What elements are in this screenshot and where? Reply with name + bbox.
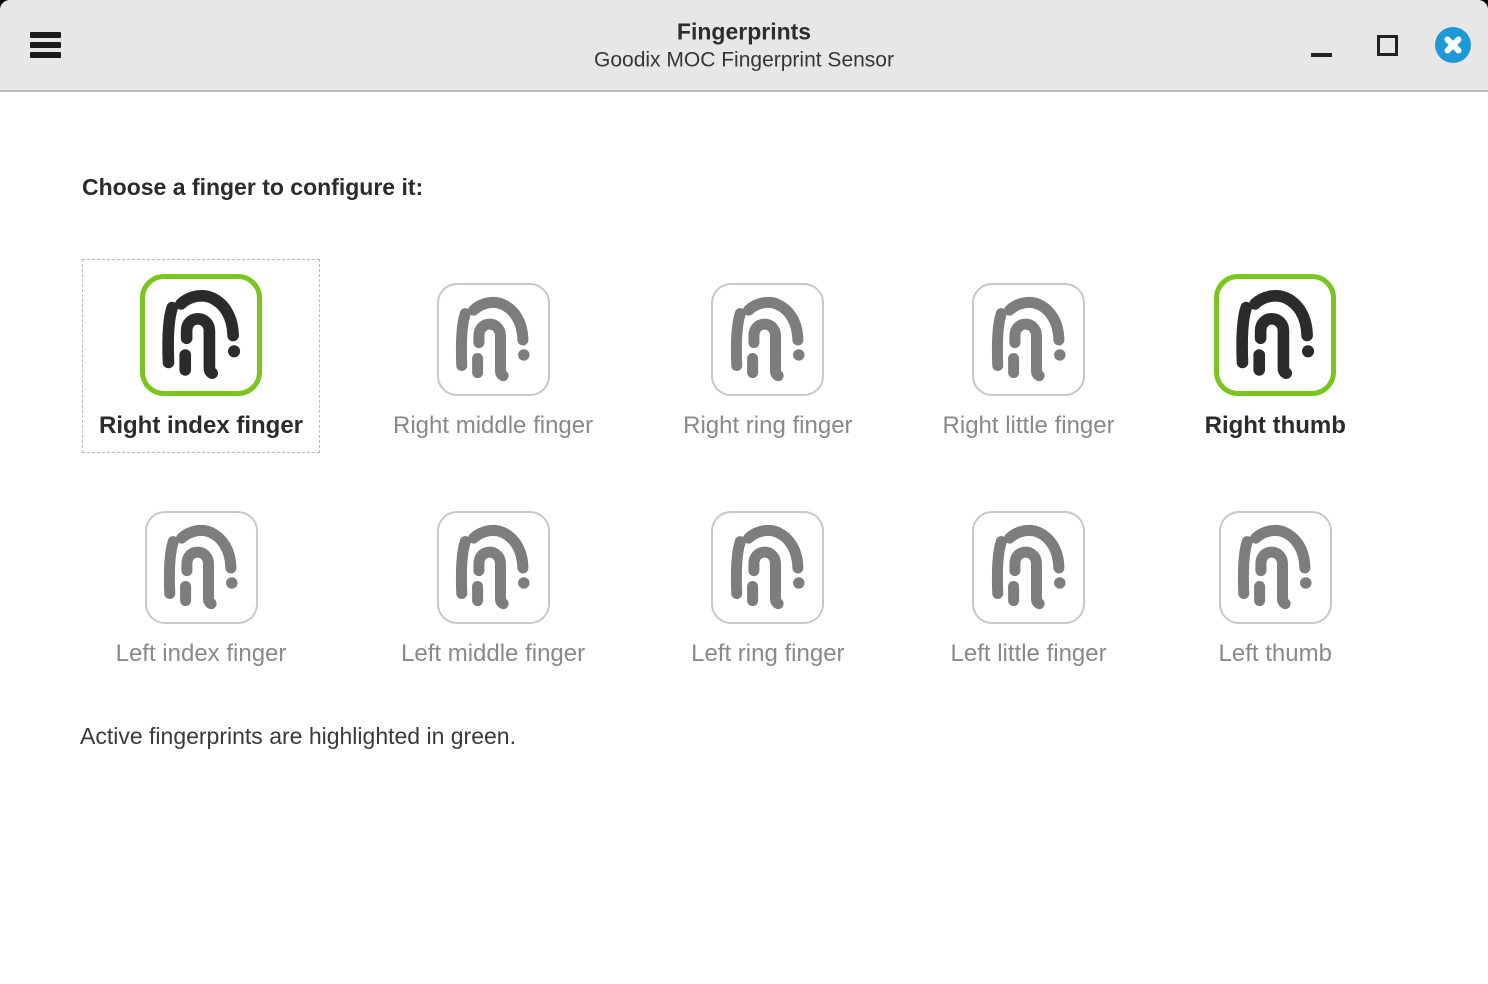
title-block: Fingerprints Goodix MOC Fingerprint Sens…	[594, 17, 894, 74]
fingerprint-icon	[437, 283, 550, 396]
main-content: Choose a finger to configure it: Right i…	[0, 92, 1488, 984]
finger-label: Right middle finger	[393, 412, 593, 440]
finger-button-right-little[interactable]: Right little finger	[926, 259, 1132, 453]
finger-label: Left index finger	[116, 640, 287, 668]
finger-button-right-middle[interactable]: Right middle finger	[376, 259, 610, 453]
fingerprint-icon	[437, 511, 550, 624]
finger-label: Right thumb	[1205, 412, 1346, 440]
close-icon	[1437, 29, 1469, 61]
finger-label: Left little finger	[951, 640, 1107, 668]
window-title: Fingerprints	[594, 17, 894, 47]
finger-grid: Right index finger Right middle finger R…	[82, 259, 1488, 681]
finger-label: Left middle finger	[401, 640, 585, 668]
window-subtitle: Goodix MOC Fingerprint Sensor	[594, 47, 894, 74]
finger-button-right-index[interactable]: Right index finger	[82, 259, 320, 453]
fingerprint-icon	[140, 274, 262, 396]
fingerprint-icon	[1214, 274, 1336, 396]
finger-label: Left ring finger	[691, 640, 844, 668]
header-bar: Fingerprints Goodix MOC Fingerprint Sens…	[0, 0, 1488, 92]
finger-button-left-middle[interactable]: Left middle finger	[376, 487, 610, 681]
active-fingerprints-note: Active fingerprints are highlighted in g…	[80, 723, 1488, 750]
minimize-icon	[1311, 53, 1332, 57]
fingerprint-icon	[1219, 511, 1332, 624]
finger-label: Right ring finger	[683, 412, 852, 440]
finger-button-left-index[interactable]: Left index finger	[82, 487, 320, 681]
finger-button-right-thumb[interactable]: Right thumb	[1188, 259, 1363, 453]
fingerprints-window: Fingerprints Goodix MOC Fingerprint Sens…	[0, 0, 1488, 984]
finger-button-right-ring[interactable]: Right ring finger	[666, 259, 869, 453]
menu-bar	[30, 52, 61, 58]
maximize-icon	[1377, 35, 1398, 56]
menu-bar	[30, 32, 61, 38]
finger-label: Left thumb	[1219, 640, 1332, 668]
fingerprint-icon	[145, 511, 258, 624]
finger-button-left-thumb[interactable]: Left thumb	[1188, 487, 1363, 681]
finger-button-left-little[interactable]: Left little finger	[926, 487, 1132, 681]
fingerprint-icon	[711, 511, 824, 624]
close-button[interactable]	[1435, 27, 1471, 63]
minimize-button[interactable]	[1303, 15, 1339, 75]
menu-bar	[30, 42, 61, 48]
fingerprint-icon	[972, 283, 1085, 396]
page-title: Choose a finger to configure it:	[82, 174, 1488, 201]
finger-label: Right little finger	[943, 412, 1115, 440]
fingerprint-icon	[711, 283, 824, 396]
fingerprint-icon	[972, 511, 1085, 624]
window-controls	[1303, 0, 1471, 90]
maximize-button[interactable]	[1369, 15, 1405, 75]
finger-label: Right index finger	[99, 412, 303, 440]
menu-icon[interactable]	[30, 26, 68, 64]
finger-button-left-ring[interactable]: Left ring finger	[666, 487, 869, 681]
